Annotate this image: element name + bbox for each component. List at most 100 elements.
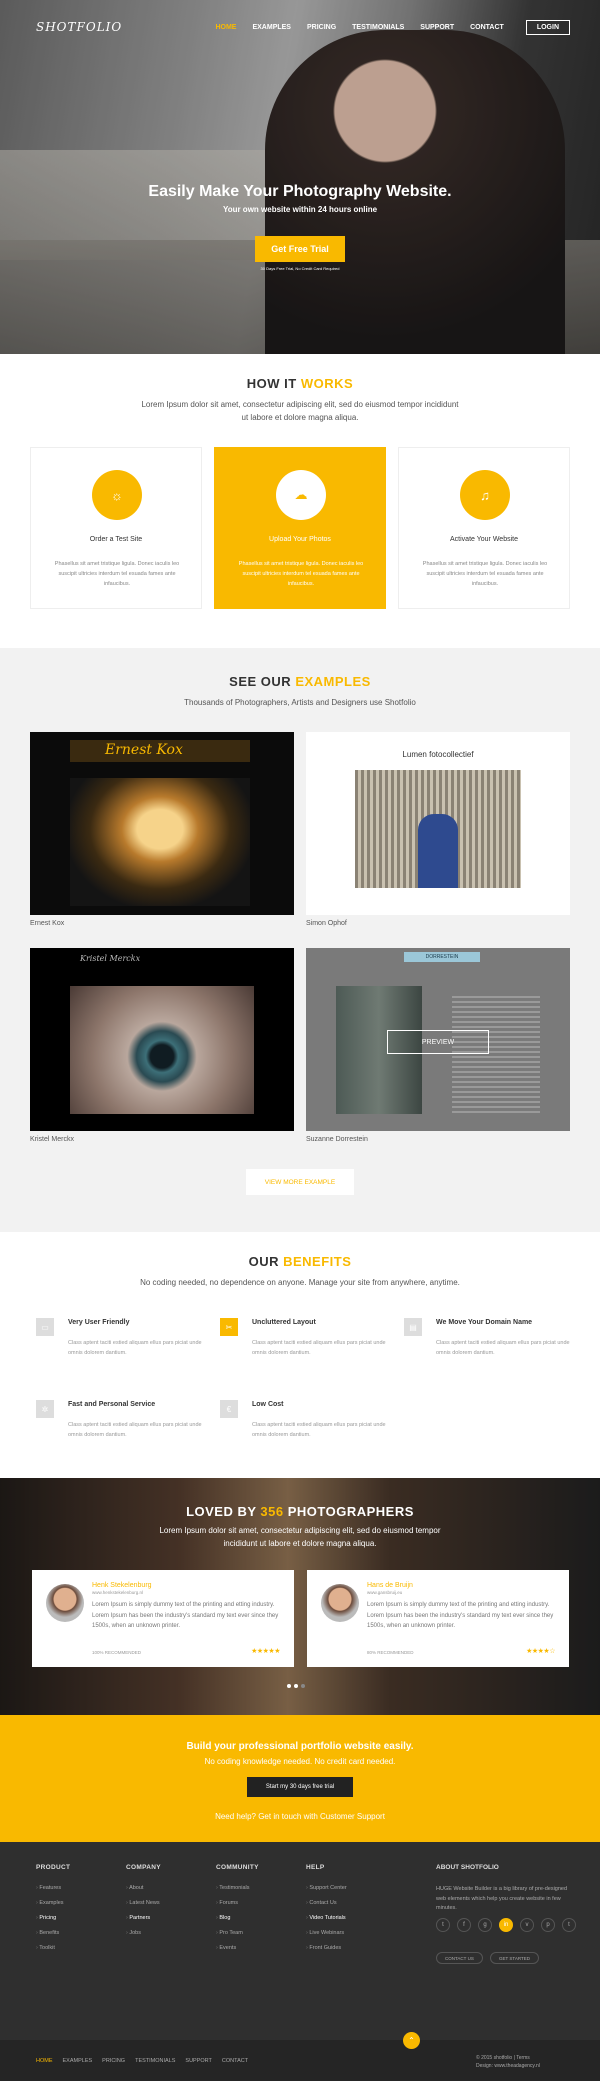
example-screenshot: Lumen fotocollectief bbox=[306, 732, 570, 915]
facebook-icon[interactable]: f bbox=[457, 1918, 471, 1932]
footer-link[interactable]: Forums bbox=[216, 1900, 296, 1915]
review-text: Lorem Ipsum is simply dummy text of the … bbox=[367, 1602, 554, 1629]
reviewer-name[interactable]: Henk Stekelenburg bbox=[92, 1582, 152, 1589]
footer-nav-home[interactable]: HOME bbox=[36, 2058, 53, 2064]
footer-nav-examples[interactable]: EXAMPLES bbox=[63, 2058, 93, 2064]
get-started-button[interactable]: GET STARTED bbox=[490, 1952, 540, 1964]
nav-contact[interactable]: CONTACT bbox=[470, 24, 504, 31]
nav-pricing[interactable]: PRICING bbox=[307, 24, 336, 31]
footer: PRODUCT Features Examples Pricing Benefi… bbox=[0, 1842, 600, 2081]
benefits-title: OUR BENEFITS bbox=[0, 1254, 600, 1269]
footer-nav-support[interactable]: SUPPORT bbox=[185, 2058, 212, 2064]
footer-link[interactable]: Front Guides bbox=[306, 1945, 386, 1960]
lightbulb-icon: ☼ bbox=[92, 470, 142, 520]
examples-title: SEE OUR EXAMPLES bbox=[0, 674, 600, 689]
footer-nav-contact[interactable]: CONTACT bbox=[222, 2058, 248, 2064]
hero-subtitle: Your own website within 24 hours online bbox=[222, 205, 378, 214]
pinterest-icon[interactable]: p bbox=[541, 1918, 555, 1932]
reviewer-name[interactable]: Hans de Bruijn bbox=[367, 1582, 413, 1589]
benefit-item: ✂ Uncluttered Layout Class aptent taciti… bbox=[220, 1318, 390, 1368]
support-link[interactable]: Need help? Get in touch with Customer Su… bbox=[0, 1812, 600, 1821]
nav-examples[interactable]: EXAMPLES bbox=[252, 24, 291, 31]
design-credit[interactable]: Design: www.theadagency.nl bbox=[476, 2062, 540, 2070]
vimeo-icon[interactable]: v bbox=[520, 1918, 534, 1932]
star-rating: ★★★★☆ bbox=[526, 1648, 555, 1655]
footer-link[interactable]: Live Webinars bbox=[306, 1930, 386, 1945]
footer-link[interactable]: Support Center bbox=[306, 1885, 386, 1900]
footer-col-company: COMPANY About Latest News Partners Jobs bbox=[126, 1864, 206, 1945]
euro-icon: € bbox=[220, 1400, 238, 1418]
example-card[interactable]: Lumen fotocollectief Simon Ophof bbox=[306, 732, 570, 927]
footer-nav-pricing[interactable]: PRICING bbox=[102, 2058, 125, 2064]
review-text: Lorem Ipsum is simply dummy text of the … bbox=[92, 1602, 279, 1629]
example-photo bbox=[70, 778, 250, 906]
review-card: Henk Stekelenburg www.henkstekelenburg.n… bbox=[32, 1570, 294, 1667]
free-trial-button[interactable]: Get Free Trial bbox=[255, 236, 345, 262]
photographer-count: 356 bbox=[260, 1504, 284, 1519]
login-button[interactable]: LOGIN bbox=[525, 20, 570, 35]
footer-link[interactable]: Pro Team bbox=[216, 1930, 296, 1945]
linkedin-icon[interactable]: in bbox=[499, 1918, 513, 1932]
contact-us-button[interactable]: CONTACT US bbox=[436, 1952, 483, 1964]
example-card[interactable]: Ernest Kox Ernest Kox bbox=[30, 732, 294, 927]
about-text: HUGE Website Builder is a big library of… bbox=[436, 1886, 568, 1911]
tumblr-icon[interactable]: t bbox=[562, 1918, 576, 1932]
nav-support[interactable]: SUPPORT bbox=[420, 24, 454, 31]
recommend-label: 100% RECOMMENDED bbox=[92, 1650, 142, 1655]
footer-link[interactable]: Testimonials bbox=[216, 1885, 296, 1900]
benefit-title: We Move Your Domain Name bbox=[436, 1319, 533, 1326]
testimonials-title-a: LOVED BY bbox=[186, 1504, 257, 1519]
twitter-icon[interactable]: t bbox=[436, 1918, 450, 1932]
footer-link[interactable]: Contact Us bbox=[306, 1900, 386, 1915]
hero-note: 30 Days Free Trial, No Credit Card Requi… bbox=[260, 266, 340, 271]
start-trial-button[interactable]: Start my 30 days free trial bbox=[247, 1777, 353, 1797]
footer-link[interactable]: Examples bbox=[36, 1900, 116, 1915]
monitor-icon: ▭ bbox=[36, 1318, 54, 1336]
testimonials-title: LOVED BY 356 PHOTOGRAPHERS bbox=[0, 1504, 600, 1519]
footer-link[interactable]: Events bbox=[216, 1945, 296, 1960]
benefits-section: OUR BENEFITS No coding needed, no depend… bbox=[0, 1232, 600, 1478]
carousel-dot[interactable] bbox=[287, 1684, 291, 1688]
footer-nav-testimonials[interactable]: TESTIMONIALS bbox=[135, 2058, 175, 2064]
avatar bbox=[321, 1584, 359, 1622]
footer-col-product: PRODUCT Features Examples Pricing Benefi… bbox=[36, 1864, 116, 1960]
footer-link[interactable]: Toolkit bbox=[36, 1945, 116, 1960]
cta-section: Build your professional portfolio websit… bbox=[0, 1715, 600, 1842]
footer-link[interactable]: Blog bbox=[216, 1915, 296, 1930]
how-it-works-section: HOW IT WORKS Lorem Ipsum dolor sit amet,… bbox=[0, 354, 600, 648]
logo[interactable]: SHOTFOLIO bbox=[36, 20, 122, 34]
example-photo bbox=[70, 986, 254, 1114]
footer-link[interactable]: Partners bbox=[126, 1915, 206, 1930]
nav-home[interactable]: HOME bbox=[215, 24, 236, 31]
step-title: Order a Test Site bbox=[89, 536, 143, 543]
example-screenshot: Ernest Kox bbox=[30, 732, 294, 915]
benefit-item: ✲ Fast and Personal Service Class aptent… bbox=[36, 1400, 206, 1450]
example-caption: Ernest Kox bbox=[30, 920, 65, 927]
carousel-dot[interactable] bbox=[301, 1684, 305, 1688]
nav-testimonials[interactable]: TESTIMONIALS bbox=[352, 24, 404, 31]
footer-link[interactable]: Jobs bbox=[126, 1930, 206, 1945]
testimonials-title-b: PHOTOGRAPHERS bbox=[287, 1504, 414, 1519]
example-site-title: Kristel Merckx bbox=[80, 954, 141, 963]
carousel-dot[interactable] bbox=[294, 1684, 298, 1688]
footer-link[interactable]: Benefits bbox=[36, 1930, 116, 1945]
step-text: Phasellus sit amet tristique ligula. Don… bbox=[54, 561, 180, 587]
scroll-top-button[interactable]: ⌃ bbox=[403, 2032, 420, 2049]
footer-link[interactable]: Pricing bbox=[36, 1915, 116, 1930]
step-card-order: ☼ Order a Test Site Phasellus sit amet t… bbox=[30, 447, 202, 609]
cta-title: Build your professional portfolio websit… bbox=[186, 1741, 414, 1752]
example-card[interactable]: DORRESTEIN PREVIEW Suzanne Dorrestein bbox=[306, 948, 570, 1143]
google-icon[interactable]: g bbox=[478, 1918, 492, 1932]
example-site-title: Ernest Kox bbox=[105, 742, 183, 758]
footer-link[interactable]: Video Tutorials bbox=[306, 1915, 386, 1930]
example-card[interactable]: Kristel Merckx Kristel Merckx bbox=[30, 948, 294, 1143]
preview-button[interactable]: PREVIEW bbox=[387, 1030, 489, 1054]
footer-link[interactable]: About bbox=[126, 1885, 206, 1900]
footer-link[interactable]: Features bbox=[36, 1885, 116, 1900]
benefit-text: Class aptent taciti estied aliquam ellus… bbox=[252, 1340, 386, 1356]
reviewer-url[interactable]: www.henkstekelenburg.nl bbox=[92, 1590, 143, 1595]
footer-link[interactable]: Latest News bbox=[126, 1900, 206, 1915]
step-title: Upload Your Photos bbox=[269, 536, 331, 543]
view-more-button[interactable]: VIEW MORE EXAMPLE bbox=[246, 1169, 354, 1195]
reviewer-url[interactable]: www.gansbruij.eu bbox=[367, 1590, 402, 1595]
